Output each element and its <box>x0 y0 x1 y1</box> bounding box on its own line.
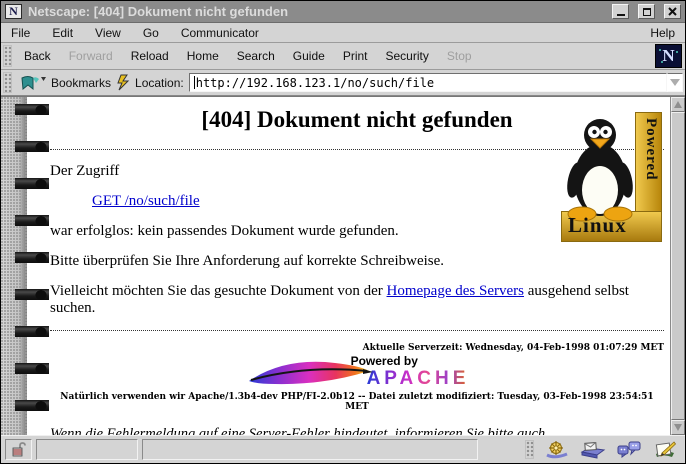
location-toolbar-grip[interactable] <box>3 72 12 93</box>
apache-wordmark: APACHE <box>367 368 470 390</box>
bookmarks-icon <box>20 74 46 92</box>
toolbar-grip[interactable] <box>3 45 12 67</box>
close-button[interactable] <box>664 4 681 19</box>
status-message-panel <box>142 439 478 460</box>
paragraph-check: Bitte überprüfen Sie Ihre Anforderung au… <box>50 253 664 270</box>
inbox-icon <box>580 440 606 460</box>
text-caret <box>194 76 195 89</box>
ship-wheel-icon <box>545 440 569 460</box>
apache-logo: Powered by APACHE <box>50 354 664 390</box>
arrow-up-icon <box>674 101 682 108</box>
navigator-button[interactable] <box>541 439 573 461</box>
scroll-down-button[interactable] <box>671 420 685 435</box>
url-dropdown-button[interactable] <box>667 73 683 92</box>
arrow-down-icon <box>674 424 682 431</box>
document-body: [404] Dokument nicht gefunden Der Zugrif… <box>28 97 670 435</box>
location-label: Location: <box>135 76 184 90</box>
bookmarks-button[interactable]: Bookmarks <box>51 76 111 90</box>
window-title: Netscape: [404] Dokument nicht gefunden <box>28 4 603 19</box>
netscape-throbber-icon[interactable]: N <box>655 44 682 68</box>
homepage-link[interactable]: Homepage des Servers <box>387 283 524 299</box>
divider <box>50 330 664 331</box>
speech-bubbles-icon <box>616 440 642 460</box>
security-lock-button[interactable] <box>5 439 32 460</box>
footer-text-before: Wenn die Fehlermeldung auf eine Server-F… <box>50 426 545 435</box>
linux-label: Linux <box>568 213 627 238</box>
print-button[interactable]: Print <box>334 46 377 66</box>
footer-note: Wenn die Fehlermeldung auf eine Server-F… <box>50 425 664 435</box>
minimize-button[interactable] <box>612 4 629 19</box>
component-bar-grip[interactable] <box>525 440 534 459</box>
scroll-up-button[interactable] <box>671 97 685 112</box>
composer-pen-icon <box>653 440 677 460</box>
stop-button[interactable]: Stop <box>438 46 481 66</box>
maximize-button[interactable] <box>638 4 655 19</box>
menu-edit[interactable]: Edit <box>52 26 73 40</box>
linux-powered-logo: Powered Linux <box>561 104 662 242</box>
back-button[interactable]: Back <box>15 46 60 66</box>
throbber-letter: N <box>662 46 674 66</box>
maximize-icon <box>643 8 651 16</box>
scrollbar-thumb[interactable] <box>671 112 685 420</box>
navigation-toolbar: Back Forward Reload Home Search Guide Pr… <box>1 43 685 70</box>
vertical-scrollbar[interactable] <box>670 97 685 435</box>
status-progress-panel <box>36 439 138 460</box>
search-button[interactable]: Search <box>228 46 284 66</box>
homepage-text-before: Vielleicht möchten Sie das gesuchte Doku… <box>50 283 387 299</box>
home-button[interactable]: Home <box>178 46 228 66</box>
location-icon[interactable] <box>116 74 130 91</box>
tux-penguin-icon <box>563 118 637 222</box>
paragraph-homepage: Vielleicht möchten Sie das gesuchte Doku… <box>50 283 664 317</box>
forward-button[interactable]: Forward <box>60 46 122 66</box>
url-text: http://192.168.123.1/no/such/file <box>196 76 434 90</box>
server-time: Aktuelle Serverzeit: Wednesday, 04-Feb-1… <box>50 343 664 353</box>
menu-communicator[interactable]: Communicator <box>181 26 259 40</box>
apache-feather-icon <box>245 355 373 389</box>
menu-view[interactable]: View <box>95 26 121 40</box>
menu-bar: File Edit View Go Communicator Help <box>1 23 685 43</box>
minimize-icon <box>617 13 625 16</box>
browser-viewport: [404] Dokument nicht gefunden Der Zugrif… <box>1 96 685 435</box>
unlocked-padlock-icon <box>12 442 26 457</box>
title-bar[interactable]: N Netscape: [404] Dokument nicht gefunde… <box>1 1 685 23</box>
menu-go[interactable]: Go <box>143 26 159 40</box>
status-bar <box>1 435 685 463</box>
mailbox-button[interactable] <box>577 439 609 461</box>
chevron-down-icon <box>670 79 680 86</box>
composer-button[interactable] <box>649 439 681 461</box>
request-link[interactable]: GET /no/such/file <box>92 193 200 209</box>
url-input[interactable]: http://192.168.123.1/no/such/file <box>189 73 667 92</box>
netscape-window: N Netscape: [404] Dokument nicht gefunde… <box>0 0 686 464</box>
menu-file[interactable]: File <box>11 26 30 40</box>
discussions-button[interactable] <box>613 439 645 461</box>
guide-button[interactable]: Guide <box>284 46 334 66</box>
reload-button[interactable]: Reload <box>122 46 178 66</box>
linux-powered-label: Powered <box>642 118 659 181</box>
location-toolbar: Bookmarks Location: http://192.168.123.1… <box>1 70 685 96</box>
menu-help[interactable]: Help <box>650 26 675 40</box>
close-icon <box>668 7 677 16</box>
netscape-app-icon: N <box>5 4 22 19</box>
server-fine-print: Natürlich verwenden wir Apache/1.3b4-dev… <box>50 392 664 412</box>
security-button[interactable]: Security <box>377 46 438 66</box>
